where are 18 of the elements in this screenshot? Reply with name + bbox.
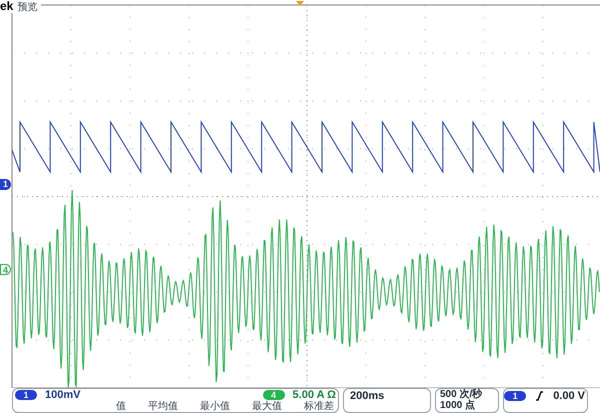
record-length: 1000 点	[440, 401, 476, 411]
sample-rate: 500 次/秒	[440, 390, 484, 400]
trigger-level: 0.00 V	[553, 391, 585, 402]
mode-label: 预览	[17, 2, 38, 13]
rising-edge-icon	[536, 391, 544, 401]
channel-marker[interactable]: 1	[0, 179, 11, 190]
channel-scale: 100mV	[45, 390, 80, 400]
trigger-position-icon	[296, 1, 304, 6]
measurement-header: 最小值	[200, 402, 230, 412]
measurement-header: 标准差	[304, 402, 334, 412]
trigger-source-badge[interactable]: 1	[504, 391, 526, 401]
measurement-header: 值	[116, 402, 126, 412]
brand-label: ek	[0, 0, 14, 12]
measurement-header: 最大值	[252, 402, 282, 412]
channel-badge[interactable]: 1	[15, 390, 37, 400]
timebase-panel[interactable]: 200ms	[343, 388, 431, 413]
measurement-header: 平均值	[148, 402, 178, 412]
channel-scale: 5.00 A Ω	[292, 390, 336, 400]
